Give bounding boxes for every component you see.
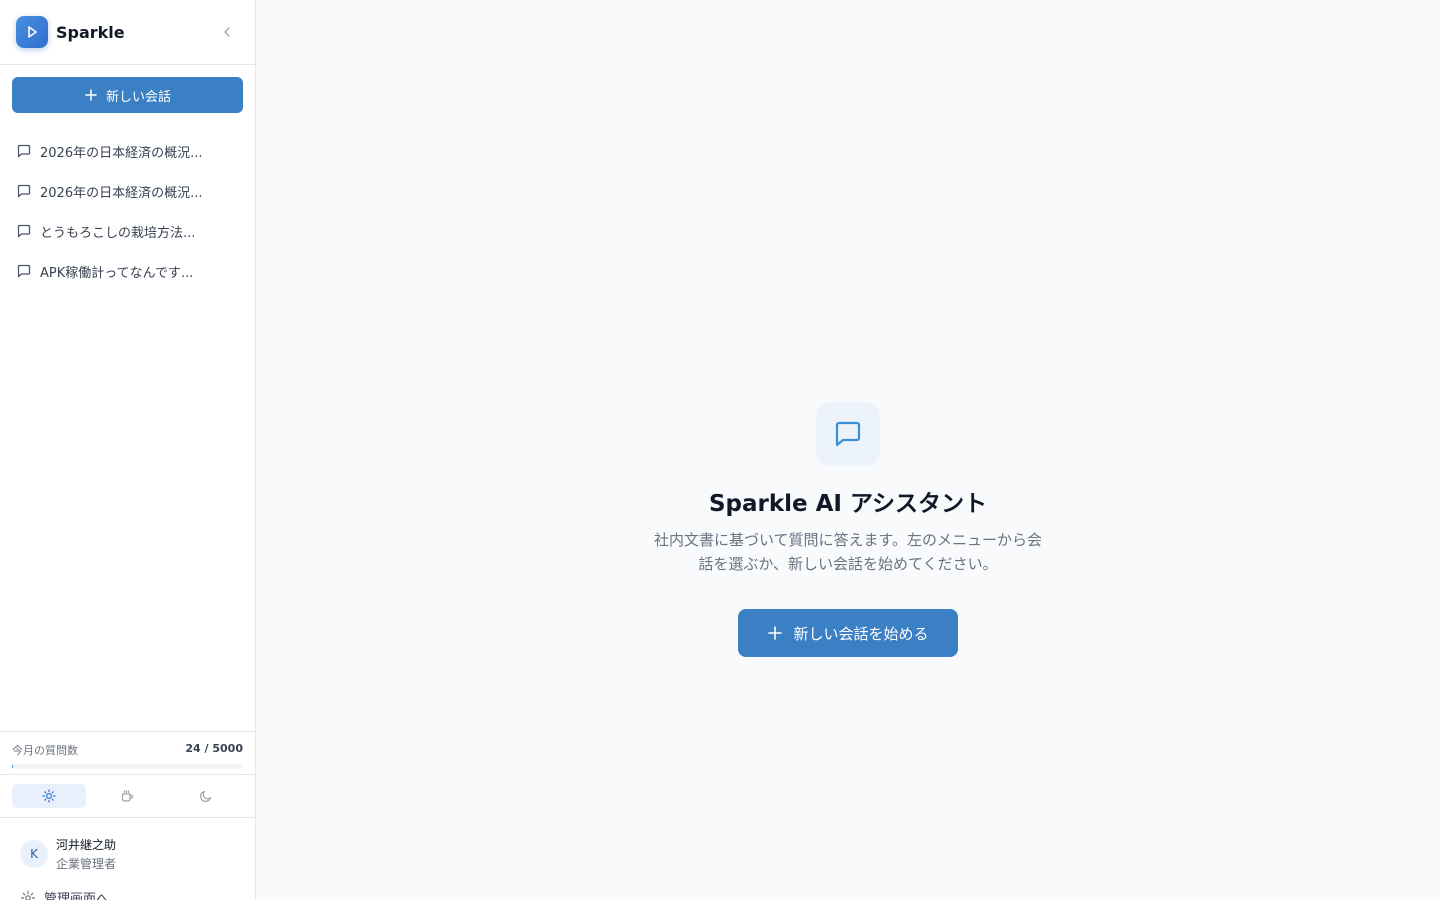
admin-link[interactable]: 管理画面へ [20, 888, 109, 900]
theme-coffee-button[interactable] [90, 784, 164, 808]
main-panel: Sparkle AI アシスタント 社内文書に基づいて質問に答えます。左のメニュ… [256, 0, 1440, 900]
conversation-item[interactable]: APK稼働計ってなんです... [8, 251, 247, 291]
usage-panel: 今月の質問数 24 / 5000 [0, 731, 255, 769]
new-chat-label: 新しい会話 [105, 89, 171, 105]
moon-icon [199, 790, 211, 802]
usage-value: 24 / 5000 [185, 742, 243, 755]
sidebar: Sparkle 新しい会話 2026年の日本経済の概況... 2026年の日本経… [0, 0, 256, 900]
message-square-icon [17, 184, 31, 198]
conversation-item[interactable]: 2026年の日本経済の概況... [8, 131, 247, 171]
play-icon [28, 26, 37, 38]
empty-state: Sparkle AI アシスタント 社内文書に基づいて質問に答えます。左のメニュ… [648, 402, 1048, 657]
coffee-icon [122, 790, 134, 802]
admin-link-label: 管理画面へ [44, 892, 110, 900]
conversation-item[interactable]: とうもろこしの栽培方法... [8, 211, 247, 251]
message-square-icon [17, 264, 31, 278]
app-name: Sparkle [56, 22, 125, 42]
chat-icon-box [816, 402, 880, 466]
usage-progress-fill [12, 764, 14, 769]
message-square-icon [17, 224, 31, 238]
message-square-icon [835, 421, 861, 447]
message-square-icon [17, 144, 31, 158]
conversation-item[interactable]: 2026年の日本経済の概況... [8, 171, 247, 211]
start-new-chat-label: 新しい会話を始める [793, 624, 929, 643]
app-logo [16, 16, 48, 48]
plus-icon [85, 89, 97, 101]
conversation-title: 2026年の日本経済の概況... [40, 185, 203, 201]
conversation-title: 2026年の日本経済の概況... [40, 145, 203, 161]
theme-switcher [0, 774, 255, 818]
usage-progress-bar [12, 764, 243, 769]
user-name: 河井継之助 [56, 838, 117, 852]
plus-icon [768, 626, 783, 640]
gear-icon [20, 890, 36, 900]
theme-light-button[interactable] [12, 784, 87, 808]
collapse-sidebar-button[interactable] [215, 20, 239, 44]
conversation-list: 2026年の日本経済の概況... 2026年の日本経済の概況... とうもろこし… [0, 131, 255, 291]
conversation-title: とうもろこしの栽培方法... [40, 225, 196, 241]
page-title: Sparkle AI アシスタント [708, 491, 988, 517]
user-role: 企業管理者 [56, 857, 117, 871]
avatar: K [20, 840, 48, 868]
sun-icon [42, 789, 56, 803]
chevron-left-icon [224, 27, 230, 37]
sidebar-header: Sparkle [0, 0, 255, 65]
start-new-chat-button[interactable]: 新しい会話を始める [738, 609, 958, 657]
page-description: 社内文書に基づいて質問に答えます。左のメニューから会話を選ぶか、新しい会話を始め… [653, 531, 1043, 573]
usage-label: 今月の質問数 [12, 744, 78, 757]
user-profile[interactable]: K 河井継之助 企業管理者 [20, 836, 116, 872]
conversation-title: APK稼働計ってなんです... [40, 265, 194, 281]
new-chat-button[interactable]: 新しい会話 [12, 77, 243, 113]
theme-dark-button[interactable] [169, 784, 243, 808]
